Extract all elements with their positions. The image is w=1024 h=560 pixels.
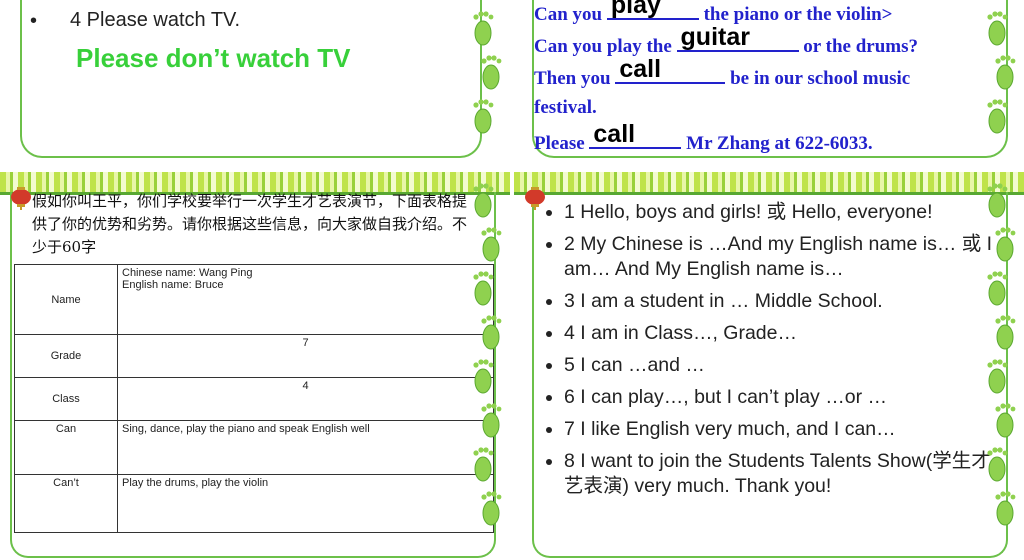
header-stripe xyxy=(514,172,1024,192)
footprints-decoration xyxy=(984,2,1020,168)
bullet: • xyxy=(30,10,38,32)
footprint-icon xyxy=(478,400,504,440)
footprint-icon xyxy=(470,268,496,308)
footprint-icon xyxy=(992,224,1018,264)
list-item: 3 I am a student in … Middle School. xyxy=(564,289,1004,314)
list-item: 8 I want to join the Students Talents Sh… xyxy=(564,449,1004,499)
answer-word: call xyxy=(619,55,662,83)
table-value-cell: Play the drums, play the violin xyxy=(117,474,494,533)
answer-blank: call xyxy=(615,55,726,84)
table-value-text: Chinese name: Wang Ping xyxy=(122,267,253,279)
sentence-text: be in our school music xyxy=(725,68,911,89)
footprints-decoration xyxy=(984,174,1020,554)
sentence-text: Can you play the xyxy=(534,36,677,57)
header-stripe xyxy=(0,172,510,192)
table-row: Can’t Play the drums, play the violin xyxy=(14,474,494,533)
sentence-please-dont-watch-tv: Please don’t watch TV xyxy=(76,43,351,73)
table-value-cell: Chinese name: Wang Ping English name: Bru… xyxy=(117,264,494,335)
footprint-icon xyxy=(984,96,1010,136)
task-instructions: 假如你叫王平，你们学校要举行一次学生才艺表演节，下面表格提供了你的优势和劣势。请… xyxy=(32,192,468,256)
list-item: 1 Hello, boys and girls! 或 Hello, everyo… xyxy=(564,200,1004,225)
table-value-text: Play the drums, play the violin xyxy=(122,477,269,489)
sentence-text: festival. xyxy=(534,97,597,118)
table-row: Class 4 xyxy=(14,377,494,421)
footprint-icon xyxy=(984,8,1010,48)
footprint-icon xyxy=(470,180,496,220)
footprint-icon xyxy=(478,52,504,92)
footprint-icon xyxy=(470,96,496,136)
table-row: Name Chinese name: Wang Ping English name:… xyxy=(14,264,494,335)
table-value-text: Sing, dance, play the piano and speak En… xyxy=(122,423,370,435)
answer-blank: play xyxy=(606,0,699,20)
table-value-cell: 7 xyxy=(117,334,494,378)
table-value-cell: 4 xyxy=(117,377,494,421)
footprint-icon xyxy=(992,312,1018,352)
table-label-cell: Grade xyxy=(14,334,118,378)
lantern-icon xyxy=(11,187,31,210)
info-table: Name Chinese name: Wang Ping English name:… xyxy=(14,264,494,533)
blank-sentence: Then you call be in our school music xyxy=(534,55,911,90)
answer-blank: call xyxy=(589,120,682,149)
table-label-cell: Can xyxy=(14,420,118,475)
list-item: 6 I can play…, but I can’t play …or … xyxy=(564,385,1004,410)
self-introduction-list: 1 Hello, boys and girls! 或 Hello, everyo… xyxy=(542,200,1004,506)
table-label-cell: Name xyxy=(14,264,118,335)
list-item: 7 I like English very much, and I can… xyxy=(564,417,1004,442)
blank-sentence: Please call Mr Zhang at 622-6033. xyxy=(534,120,873,155)
footprint-icon xyxy=(984,444,1010,484)
sentence-text: or the drums? xyxy=(798,36,918,57)
footprint-icon xyxy=(470,444,496,484)
answer-word: guitar xyxy=(680,23,750,51)
footprint-icon xyxy=(992,52,1018,92)
footprint-icon xyxy=(984,268,1010,308)
sentence-please-watch-tv: 4 Please watch TV. xyxy=(70,9,241,31)
answer-blank: guitar xyxy=(676,23,799,52)
blank-sentence: festival. xyxy=(534,97,597,119)
answer-word: call xyxy=(593,120,636,148)
table-value-text: 7 xyxy=(302,337,309,349)
footprint-icon xyxy=(984,180,1010,220)
footprint-icon xyxy=(470,356,496,396)
table-value-text: English name: Bruce xyxy=(122,279,224,291)
slide-panel-bottom-left: 假如你叫王平，你们学校要举行一次学生才艺表演节，下面表格提供了你的优势和劣势。请… xyxy=(0,172,510,560)
footprint-icon xyxy=(470,8,496,48)
footprint-icon xyxy=(478,488,504,528)
slide-panel-top-right: Can you play the piano or the violin> Can… xyxy=(514,0,1024,168)
footprints-decoration xyxy=(470,2,506,168)
table-row: Grade 7 xyxy=(14,334,494,378)
list-item: 2 My Chinese is …And my English name is…… xyxy=(564,232,1004,282)
table-label-cell: Class xyxy=(14,377,118,421)
footprint-icon xyxy=(984,356,1010,396)
sentence-text: Please xyxy=(534,133,590,154)
footprint-icon xyxy=(478,312,504,352)
footprint-icon xyxy=(478,224,504,264)
list-item: 4 I am in Class…, Grade… xyxy=(564,321,1004,346)
sentence-text: Then you xyxy=(534,68,616,89)
sentence-text: Mr Zhang at 622-6033. xyxy=(681,133,873,154)
footprint-icon xyxy=(992,488,1018,528)
table-value-text: 4 xyxy=(302,380,309,392)
footprint-icon xyxy=(992,400,1018,440)
slide-panel-bottom-right: 1 Hello, boys and girls! 或 Hello, everyo… xyxy=(514,172,1024,560)
blank-sentence: Can you play the guitar or the drums? xyxy=(534,23,918,58)
list-item: 5 I can …and … xyxy=(564,353,1004,378)
table-value-cell: Sing, dance, play the piano and speak En… xyxy=(117,420,494,475)
slide-panel-top-left: • 4 Please watch TV. Please don’t watch … xyxy=(0,0,510,168)
table-row: Can Sing, dance, play the piano and speak… xyxy=(14,420,494,475)
table-label-cell: Can’t xyxy=(14,474,118,533)
sentence-text: Can you xyxy=(534,4,607,25)
sentence-text: the piano or the violin> xyxy=(698,4,893,25)
footprints-decoration xyxy=(470,174,506,554)
answer-word: play xyxy=(610,0,661,19)
